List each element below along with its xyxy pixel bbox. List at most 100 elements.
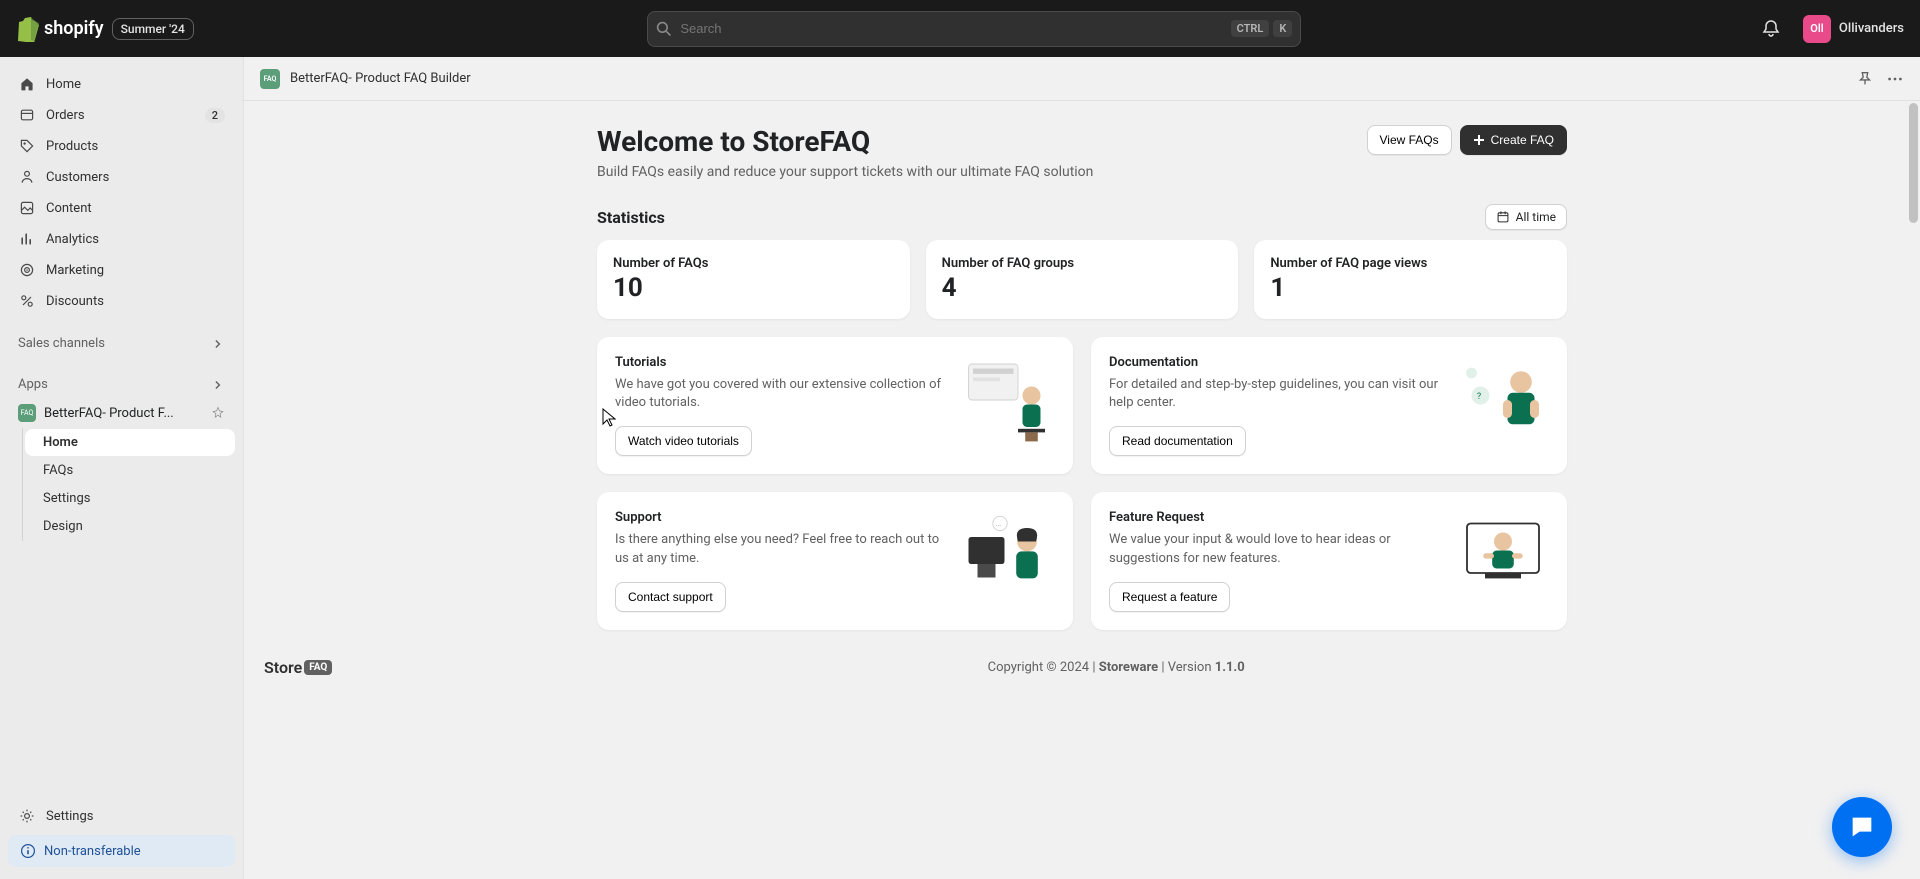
- chevron-right-icon: [211, 378, 225, 392]
- watch-tutorials-button[interactable]: Watch video tutorials: [615, 426, 752, 456]
- customers-icon: [18, 168, 36, 186]
- app-icon: FAQ: [18, 404, 36, 422]
- scrollbar[interactable]: [1909, 103, 1918, 223]
- nav-discounts[interactable]: Discounts: [8, 286, 235, 316]
- create-faq-button[interactable]: Create FAQ: [1460, 125, 1567, 155]
- kbd-k: K: [1273, 20, 1292, 37]
- app-subtree: Home FAQs Settings Design: [22, 428, 235, 541]
- home-icon: [18, 75, 36, 93]
- nav-customers[interactable]: Customers: [8, 162, 235, 192]
- pin-button[interactable]: [1856, 70, 1874, 88]
- content-scroll[interactable]: Welcome to StoreFAQ View FAQs Create FAQ…: [244, 101, 1920, 879]
- app-sub-design[interactable]: Design: [25, 513, 235, 540]
- nav-primary: Home Orders2 Products Customers Content …: [8, 69, 235, 316]
- username: Ollivanders: [1839, 21, 1904, 36]
- notifications-button[interactable]: [1755, 13, 1787, 45]
- nav-content[interactable]: Content: [8, 193, 235, 223]
- card-title: Documentation: [1109, 355, 1445, 370]
- non-transferable-badge[interactable]: Non-transferable: [8, 835, 235, 867]
- tutorials-card: Tutorials We have got you covered with o…: [597, 337, 1073, 474]
- card-title: Feature Request: [1109, 510, 1445, 525]
- orders-badge: 2: [205, 108, 225, 123]
- request-feature-button[interactable]: Request a feature: [1109, 582, 1230, 612]
- stat-label: Number of FAQ groups: [942, 256, 1223, 271]
- nav-home[interactable]: Home: [8, 69, 235, 99]
- brand-group[interactable]: shopify Summer '24: [16, 16, 194, 42]
- footer-copyright: Copyright © 2024 | Storeware | Version 1…: [332, 660, 1900, 675]
- svg-text:?: ?: [1477, 392, 1481, 402]
- plus-icon: [1473, 134, 1485, 146]
- discounts-icon: [18, 292, 36, 310]
- pin-icon[interactable]: [211, 406, 225, 420]
- nav-label: Analytics: [46, 232, 99, 247]
- main-panel: FAQ BetterFAQ- Product FAQ Builder Welco…: [244, 57, 1920, 879]
- card-desc: Is there anything else you need? Feel fr…: [615, 531, 951, 567]
- storefaq-logo: StoreFAQ: [264, 658, 332, 677]
- support-illustration: ...: [963, 510, 1055, 600]
- nav-marketing[interactable]: Marketing: [8, 255, 235, 285]
- card-desc: For detailed and step-by-step guidelines…: [1109, 376, 1445, 412]
- nav-settings[interactable]: Settings: [8, 801, 235, 831]
- search-wrap: CTRL K: [206, 11, 1743, 47]
- marketing-icon: [18, 261, 36, 279]
- analytics-icon: [18, 230, 36, 248]
- documentation-card: Documentation For detailed and step-by-s…: [1091, 337, 1567, 474]
- contact-support-button[interactable]: Contact support: [615, 582, 726, 612]
- support-card: Support Is there anything else you need?…: [597, 492, 1073, 629]
- nav-label: Home: [46, 77, 81, 92]
- user-menu[interactable]: Oll Ollivanders: [1803, 15, 1904, 43]
- nav-label: Products: [46, 139, 98, 154]
- stat-value: 10: [613, 273, 894, 303]
- brand-text: shopify: [44, 18, 104, 39]
- bell-icon: [1761, 19, 1781, 39]
- stat-value: 1: [1270, 273, 1551, 303]
- search-input[interactable]: [680, 21, 1222, 36]
- app-sub-faqs[interactable]: FAQs: [25, 457, 235, 484]
- page-title: BetterFAQ- Product FAQ Builder: [290, 71, 471, 86]
- search-box[interactable]: CTRL K: [647, 11, 1301, 47]
- card-desc: We value your input & would love to hear…: [1109, 531, 1445, 567]
- shopify-bag-icon: [16, 16, 40, 42]
- nav-label: Discounts: [46, 294, 104, 309]
- card-title: Support: [615, 510, 951, 525]
- chevron-right-icon: [211, 337, 225, 351]
- app-item-betterfaq[interactable]: FAQ BetterFAQ- Product F...: [8, 398, 235, 428]
- app-header-icon: FAQ: [260, 69, 280, 89]
- card-desc: We have got you covered with our extensi…: [615, 376, 951, 412]
- nav-label: Content: [46, 201, 92, 216]
- time-filter[interactable]: All time: [1485, 204, 1567, 230]
- feature-illustration: [1457, 510, 1549, 600]
- welcome-heading: Welcome to StoreFAQ: [597, 125, 870, 158]
- view-faqs-button[interactable]: View FAQs: [1367, 125, 1452, 155]
- app-name: BetterFAQ- Product F...: [44, 406, 174, 421]
- nav-products[interactable]: Products: [8, 131, 235, 161]
- gear-icon: [18, 807, 36, 825]
- more-button[interactable]: [1886, 70, 1904, 88]
- read-docs-button[interactable]: Read documentation: [1109, 426, 1246, 456]
- calendar-icon: [1496, 210, 1510, 224]
- nav-label: Marketing: [46, 263, 104, 278]
- stats-heading: Statistics: [597, 208, 665, 227]
- chat-fab[interactable]: [1832, 797, 1892, 857]
- summer-badge[interactable]: Summer '24: [112, 18, 194, 40]
- tutorials-illustration: [963, 355, 1055, 445]
- kbd-hint: CTRL K: [1231, 20, 1293, 37]
- stat-value: 4: [942, 273, 1223, 303]
- nav-label: Customers: [46, 170, 109, 185]
- non-transferable-text: Non-transferable: [44, 844, 141, 859]
- subtitle: Build FAQs easily and reduce your suppor…: [597, 164, 1567, 180]
- nav-label: Settings: [46, 809, 93, 824]
- topbar-right: Oll Ollivanders: [1755, 13, 1904, 45]
- nav-orders[interactable]: Orders2: [8, 100, 235, 130]
- sales-channels-header[interactable]: Sales channels: [8, 330, 235, 357]
- nav-analytics[interactable]: Analytics: [8, 224, 235, 254]
- create-faq-label: Create FAQ: [1491, 133, 1554, 147]
- app-sub-settings[interactable]: Settings: [25, 485, 235, 512]
- documentation-illustration: ?: [1457, 355, 1549, 445]
- sidebar: Home Orders2 Products Customers Content …: [0, 57, 244, 879]
- chat-icon: [1848, 813, 1876, 841]
- apps-header[interactable]: Apps: [8, 371, 235, 398]
- content-icon: [18, 199, 36, 217]
- card-title: Tutorials: [615, 355, 951, 370]
- app-sub-home[interactable]: Home: [25, 429, 235, 456]
